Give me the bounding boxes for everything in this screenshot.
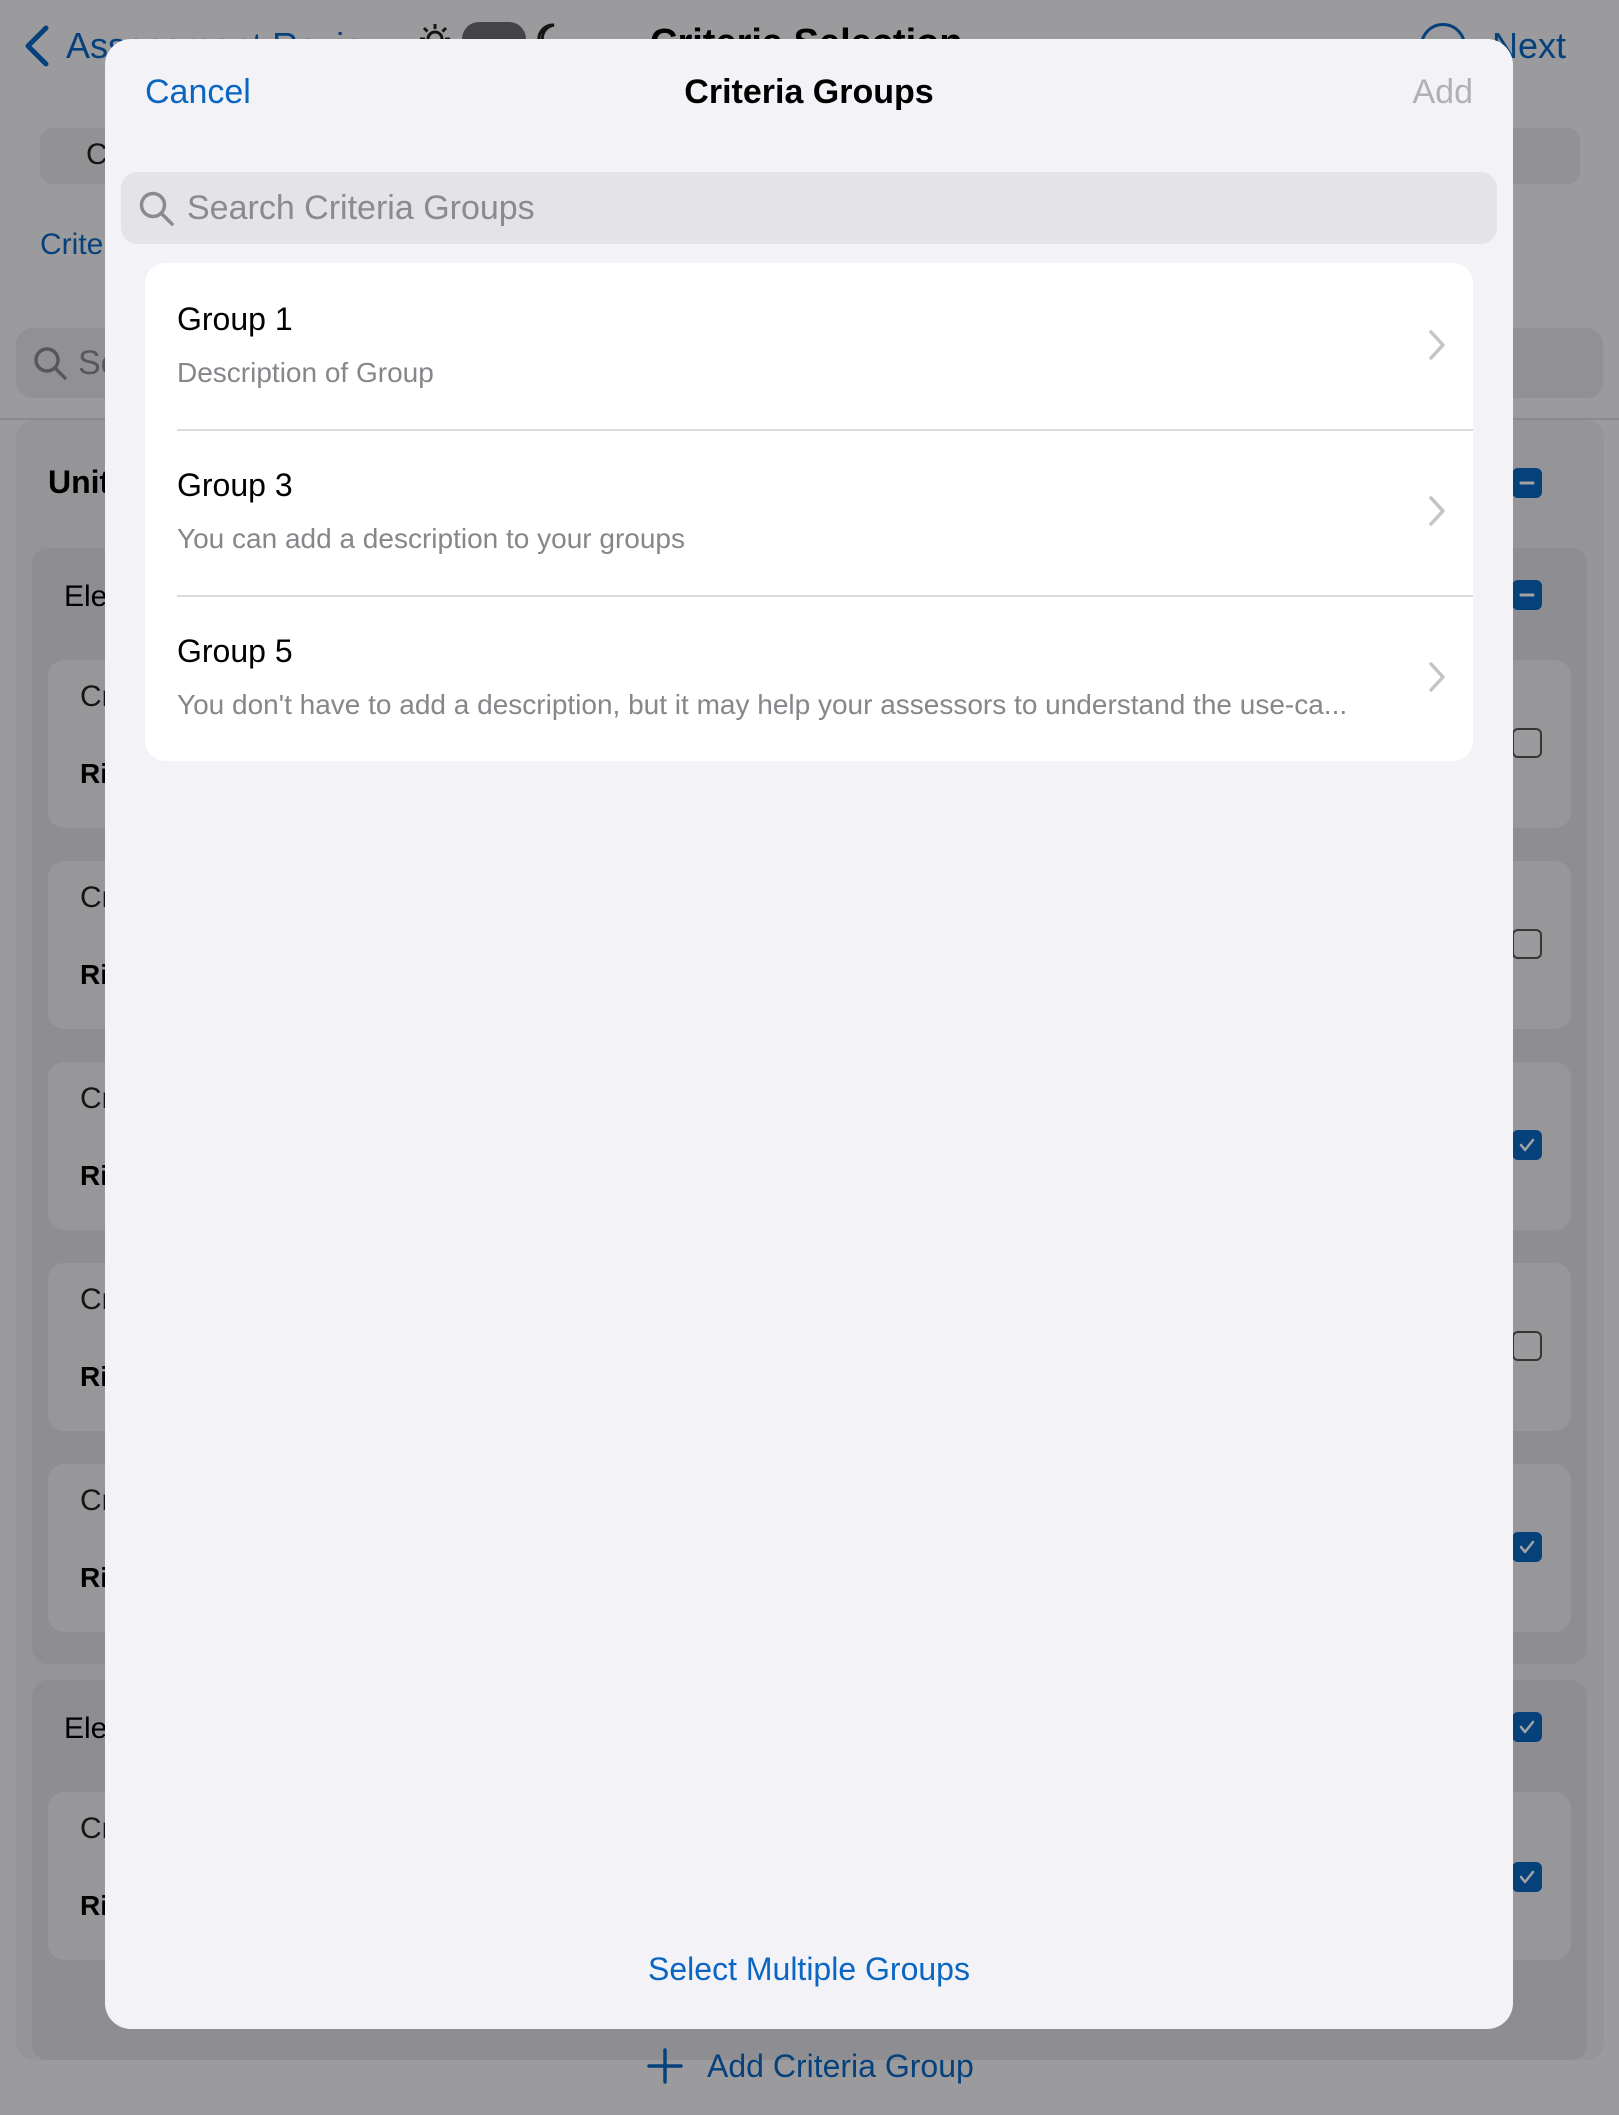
group-description: You don't have to add a description, but… [177, 689, 1348, 720]
group-title: Group 5 [177, 633, 293, 669]
group-title: Group 3 [177, 467, 293, 503]
sheet-title: Criteria Groups [684, 73, 934, 111]
group-row[interactable]: Group 5 You don't have to add a descript… [145, 595, 1473, 761]
group-row[interactable]: Group 1 Description of Group [145, 263, 1473, 429]
add-button[interactable]: Add [1413, 73, 1474, 112]
search-icon [139, 191, 174, 226]
group-title: Group 1 [177, 301, 293, 337]
sheet-nav-bar: Cancel Criteria Groups Add [105, 39, 1513, 169]
search-field[interactable] [121, 172, 1497, 244]
chevron-right-icon [1429, 496, 1445, 526]
groups-list: Group 1 Description of Group Group 3 You… [145, 263, 1473, 761]
group-description: You can add a description to your groups [177, 523, 685, 554]
select-multiple-groups-button[interactable]: Select Multiple Groups [105, 1951, 1513, 1988]
group-description: Description of Group [177, 357, 434, 388]
group-row[interactable]: Group 3 You can add a description to you… [145, 429, 1473, 595]
search-input[interactable] [187, 188, 1467, 228]
chevron-right-icon [1429, 662, 1445, 692]
chevron-right-icon [1429, 330, 1445, 360]
screen: Assessment Review Criteria Selection Nex… [0, 0, 1619, 2115]
criteria-groups-sheet: Cancel Criteria Groups Add Group 1 Descr… [105, 39, 1513, 2029]
